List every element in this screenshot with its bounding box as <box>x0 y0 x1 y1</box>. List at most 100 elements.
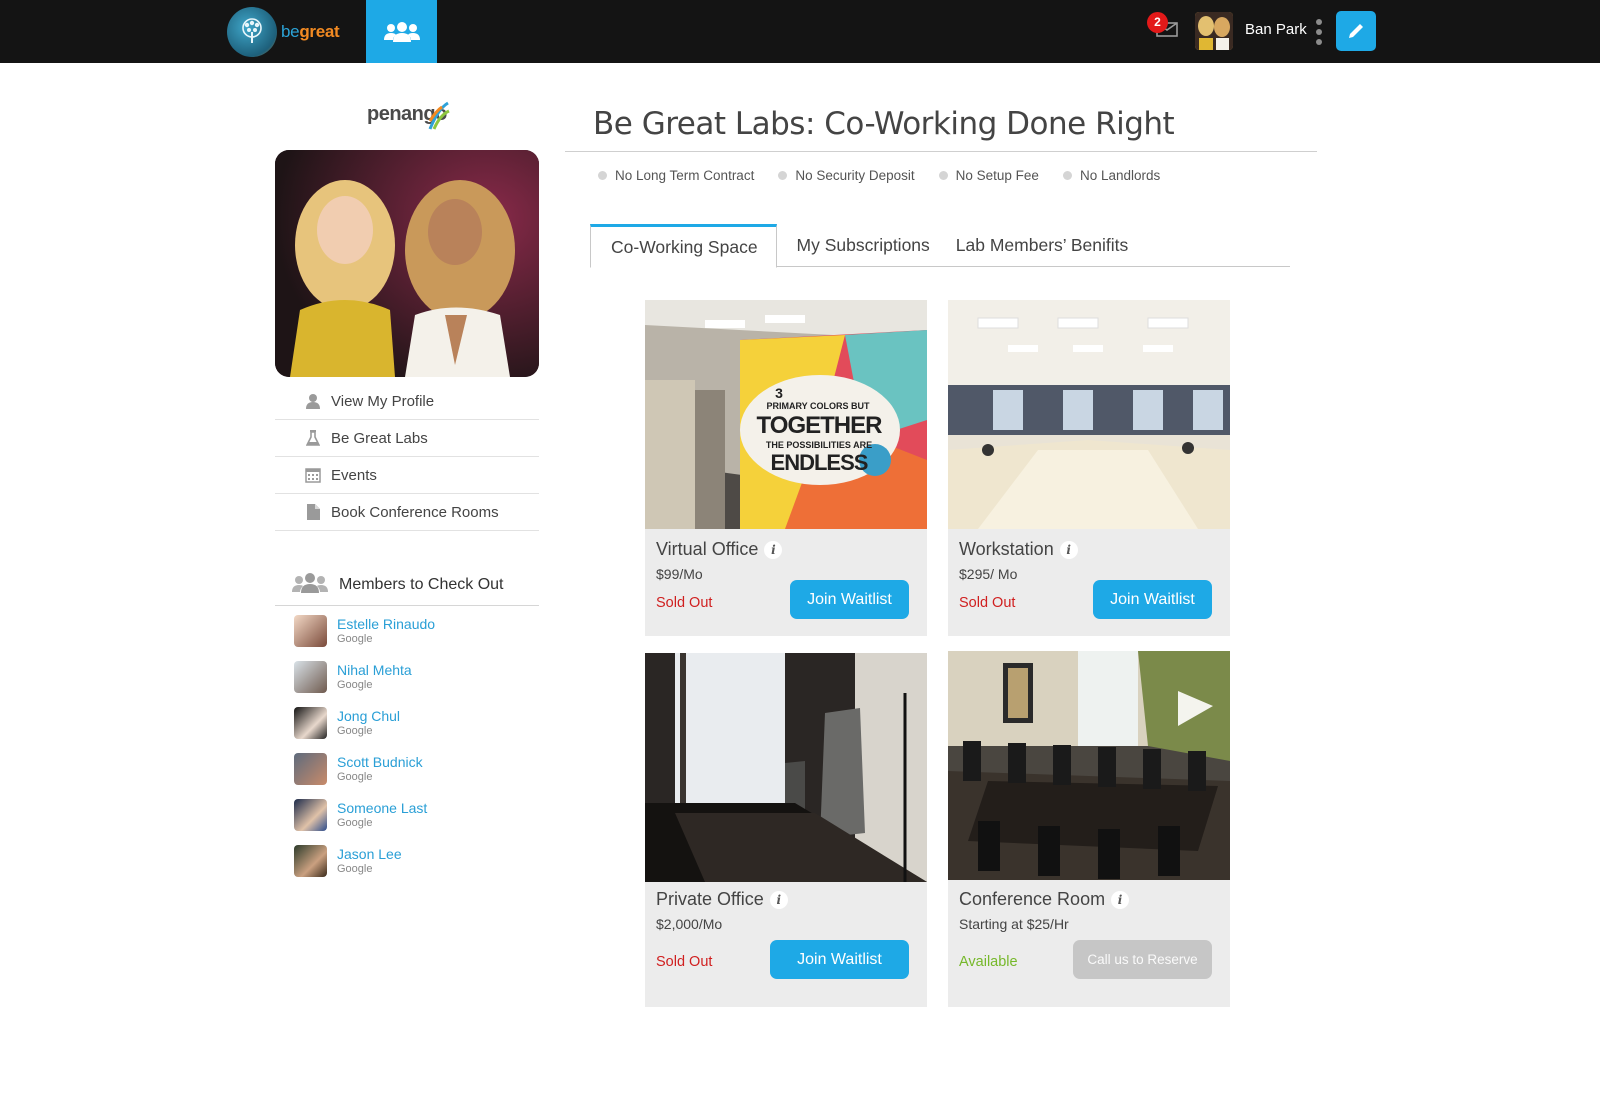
page-title: Be Great Labs: Co-Working Done Right <box>593 106 1175 142</box>
info-icon[interactable]: i <box>1059 540 1078 559</box>
sidebar-item-be-great-labs[interactable]: Be Great Labs <box>275 420 539 457</box>
user-avatar[interactable] <box>1195 12 1233 50</box>
tab-bar: Co-Working Space My Subscriptions Lab Me… <box>590 224 1290 268</box>
top-navigation-bar: begreat 2 Ban Park <box>0 0 1600 63</box>
avatar <box>294 845 327 877</box>
join-waitlist-button[interactable]: Join Waitlist <box>790 580 909 619</box>
sidebar-item-book-conference-rooms[interactable]: Book Conference Rooms <box>275 494 539 531</box>
tree-logo-icon <box>227 7 277 57</box>
space-price: $99/Mo <box>656 566 703 582</box>
title-divider <box>565 151 1317 152</box>
more-options-icon[interactable] <box>1314 19 1324 45</box>
feature-item: No Long Term Contract <box>598 168 754 183</box>
space-name: Workstation i <box>959 539 1078 560</box>
tab-my-subscriptions[interactable]: My Subscriptions <box>777 224 940 267</box>
feature-item: No Landlords <box>1062 168 1160 183</box>
join-waitlist-button[interactable]: Join Waitlist <box>770 940 909 979</box>
member-org: Google <box>337 679 373 691</box>
member-name[interactable]: Someone Last <box>337 799 427 817</box>
bullet-icon <box>598 171 607 180</box>
member-org: Google <box>337 725 373 737</box>
member-name[interactable]: Jason Lee <box>337 845 402 863</box>
member-org: Google <box>337 633 373 645</box>
feature-item: No Security Deposit <box>778 168 915 183</box>
status-badge: Available <box>959 954 1018 970</box>
sidebar-item-label: Events <box>331 466 377 484</box>
member-org: Google <box>337 863 373 875</box>
virtual-office-photo: 3 PRIMARY COLORS BUT TOGETHER THE POSSIB… <box>645 300 927 529</box>
bullet-icon <box>1062 171 1072 180</box>
list-item[interactable]: Estelle Rinaudo Google <box>294 615 534 661</box>
space-card-workstation: Workstation i $295/ Mo Sold Out Join Wai… <box>948 300 1230 636</box>
feature-label: No Long Term Contract <box>615 168 755 183</box>
space-name-label: Private Office <box>656 889 764 909</box>
sidebar-item-view-profile[interactable]: View My Profile <box>275 383 539 420</box>
status-badge: Sold Out <box>656 954 713 970</box>
sidebar-item-label: View My Profile <box>331 392 435 410</box>
sidebar-item-label: Book Conference Rooms <box>331 503 499 521</box>
wall-text-line4: ENDLESS <box>770 450 869 475</box>
wall-text-line2: TOGETHER <box>756 412 883 439</box>
list-item[interactable]: Jason Lee Google <box>294 845 534 891</box>
wall-text-3: 3 <box>775 385 783 401</box>
member-name[interactable]: Estelle Rinaudo <box>337 615 435 633</box>
begreat-logo[interactable]: begreat <box>227 7 340 57</box>
avatar <box>294 799 327 831</box>
avatar <box>294 661 327 693</box>
member-org: Google <box>337 817 373 829</box>
profile-photo <box>275 150 539 377</box>
members-heading-label: Members to Check Out <box>339 576 504 593</box>
space-card-private-office: Private Office i $2,000/Mo Sold Out Join… <box>645 653 927 1007</box>
sidebar-item-label: Be Great Labs <box>331 429 428 447</box>
user-name[interactable]: Ban Park <box>1245 21 1307 38</box>
space-name-label: Conference Room <box>959 889 1106 909</box>
person-icon <box>303 392 323 410</box>
private-office-photo <box>645 653 927 882</box>
member-name[interactable]: Scott Budnick <box>337 753 423 771</box>
space-name: Private Office i <box>656 889 788 910</box>
edit-button[interactable] <box>1336 11 1376 51</box>
group-icon <box>291 572 329 598</box>
member-name[interactable]: Nihal Mehta <box>337 661 412 679</box>
members-heading: Members to Check Out <box>275 565 539 606</box>
logo-great: great <box>299 22 340 41</box>
list-item[interactable]: Scott Budnick Google <box>294 753 534 799</box>
avatar <box>294 707 327 739</box>
conference-room-photo <box>948 651 1230 880</box>
info-icon[interactable]: i <box>764 540 783 559</box>
bullet-icon <box>938 171 948 180</box>
brand-swoosh-icon <box>428 101 450 130</box>
space-name-label: Workstation <box>959 539 1054 559</box>
document-icon <box>303 503 323 521</box>
community-nav-button[interactable] <box>366 0 437 63</box>
avatar <box>294 615 327 647</box>
list-item[interactable]: Nihal Mehta Google <box>294 661 534 707</box>
space-price: $2,000/Mo <box>656 916 723 932</box>
space-card-virtual-office: 3 PRIMARY COLORS BUT TOGETHER THE POSSIB… <box>645 300 927 636</box>
feature-list: No Long Term Contract No Security Deposi… <box>598 168 1184 183</box>
members-list: Estelle Rinaudo Google Nihal Mehta Google … <box>294 615 534 891</box>
info-icon[interactable]: i <box>769 890 788 909</box>
logo-wordmark: begreat <box>281 22 340 42</box>
sidebar-menu: View My Profile Be Great Labs Events Boo… <box>275 383 539 531</box>
tab-co-working-space[interactable]: Co-Working Space <box>590 224 777 268</box>
wall-text-line1: PRIMARY COLORS BUT <box>766 401 870 411</box>
list-item[interactable]: Jong Chul Google <box>294 707 534 753</box>
wall-text-line3: THE POSSIBILITIES ARE <box>765 440 873 450</box>
feature-label: No Security Deposit <box>795 168 915 183</box>
status-badge: Sold Out <box>656 595 713 611</box>
info-icon[interactable]: i <box>1111 890 1130 909</box>
space-name: Conference Room i <box>959 889 1130 910</box>
workstation-photo <box>948 300 1230 529</box>
join-waitlist-button[interactable]: Join Waitlist <box>1093 580 1212 619</box>
space-price: $295/ Mo <box>959 566 1018 582</box>
space-price: Starting at $25/Hr <box>959 916 1069 932</box>
sidebar-item-events[interactable]: Events <box>275 457 539 494</box>
tab-lab-members-benefits[interactable]: Lab Members’ Benifits <box>940 224 1146 267</box>
list-item[interactable]: Someone Last Google <box>294 799 534 845</box>
pencil-icon <box>1349 24 1363 38</box>
member-name[interactable]: Jong Chul <box>337 707 400 725</box>
feature-item: No Setup Fee <box>938 168 1039 183</box>
call-to-reserve-button[interactable]: Call us to Reserve <box>1073 940 1212 979</box>
member-org: Google <box>337 771 373 783</box>
